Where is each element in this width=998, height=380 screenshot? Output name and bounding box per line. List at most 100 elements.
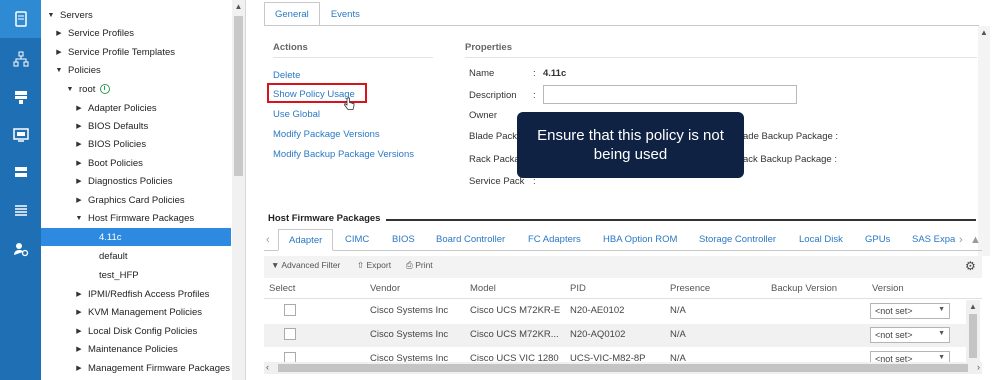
description-colon: : xyxy=(533,90,536,101)
tree-item-servers[interactable]: ▼ Servers xyxy=(41,6,231,24)
column-header-model[interactable]: Model xyxy=(470,283,496,294)
tree-item-root[interactable]: ▼ root xyxy=(41,80,231,98)
admin-icon[interactable] xyxy=(0,230,41,268)
expand-down-icon[interactable]: ▼ xyxy=(54,67,64,74)
column-header-backup-version[interactable]: Backup Version xyxy=(771,283,837,294)
horizontal-scroll-thumb[interactable] xyxy=(278,364,968,372)
column-header-vendor[interactable]: Vendor xyxy=(370,283,400,294)
gear-icon[interactable]: ⚙ xyxy=(965,259,976,273)
tree-item-kvm-management[interactable]: ▶ KVM Management Policies xyxy=(41,303,231,321)
tree-item-service-profile-templates[interactable]: ▶ Service Profile Templates xyxy=(41,43,231,61)
scroll-up-icon[interactable]: ▲ xyxy=(978,28,990,37)
tab-bios[interactable]: BIOS xyxy=(392,229,415,251)
tree-item-bios-policies[interactable]: ▶ BIOS Policies xyxy=(41,135,231,153)
version-select[interactable]: <not set> ▼ xyxy=(870,351,950,362)
storage-icon[interactable] xyxy=(0,78,41,116)
table-row[interactable]: Cisco Systems Inc Cisco UCS M72KR-E N20-… xyxy=(264,300,974,323)
column-header-presence[interactable]: Presence xyxy=(670,283,710,294)
version-select[interactable]: <not set> ▼ xyxy=(870,303,950,319)
column-header-pid[interactable]: PID xyxy=(570,283,586,294)
scroll-up-icon[interactable]: ▲ xyxy=(970,229,981,251)
tab-fc-adapters[interactable]: FC Adapters xyxy=(528,229,581,251)
expand-down-icon[interactable]: ▼ xyxy=(46,12,56,19)
expand-right-icon[interactable]: ▶ xyxy=(74,345,84,353)
servers-icon[interactable] xyxy=(0,0,41,38)
expand-down-icon[interactable]: ▼ xyxy=(74,215,84,222)
tab-cimc[interactable]: CIMC xyxy=(345,229,369,251)
tab-general[interactable]: General xyxy=(264,2,320,26)
tree-item-test-hfp[interactable]: test_HFP xyxy=(41,266,231,284)
expand-right-icon[interactable]: ▶ xyxy=(74,104,84,112)
tab-adapter[interactable]: Adapter xyxy=(278,229,334,251)
tree-item-graphics-card-policies[interactable]: ▶ Graphics Card Policies xyxy=(41,191,231,209)
tree-item-default[interactable]: default xyxy=(41,247,231,265)
tree-item-diagnostics-policies[interactable]: ▶ Diagnostics Policies xyxy=(41,172,231,190)
tree-item-4-11c[interactable]: 4.11c xyxy=(41,228,231,246)
chevron-down-icon: ▼ xyxy=(938,330,945,337)
expand-right-icon[interactable]: ▶ xyxy=(74,308,84,316)
tree-item-local-disk-config[interactable]: ▶ Local Disk Config Policies xyxy=(41,322,231,340)
table-vertical-scrollbar[interactable]: ▲ xyxy=(966,300,980,362)
table-horizontal-scrollbar[interactable]: ‹ › xyxy=(264,362,982,374)
expand-right-icon[interactable]: ▶ xyxy=(74,140,84,148)
expand-right-icon[interactable]: ▶ xyxy=(54,48,64,56)
use-global-link[interactable]: Use Global xyxy=(273,109,320,120)
expand-right-icon[interactable]: ▶ xyxy=(74,327,84,335)
table-row[interactable]: Cisco Systems Inc Cisco UCS M72KR... N20… xyxy=(264,324,974,347)
expand-right-icon[interactable]: ▶ xyxy=(74,177,84,185)
chevron-left-icon[interactable]: ‹ xyxy=(266,229,270,251)
tree-item-host-firmware-packages[interactable]: ▼ Host Firmware Packages xyxy=(41,209,231,227)
tree-item-boot-policies[interactable]: ▶ Boot Policies xyxy=(41,154,231,172)
table-row[interactable]: Cisco Systems Inc Cisco UCS VIC 1280 UCS… xyxy=(264,348,974,362)
print-button[interactable]: ⎙ Print xyxy=(406,260,433,271)
scroll-up-icon[interactable]: ▲ xyxy=(232,2,245,11)
tab-events[interactable]: Events xyxy=(320,2,371,26)
delete-link[interactable]: Delete xyxy=(273,70,300,81)
print-icon: ⎙ xyxy=(406,260,413,270)
export-button[interactable]: ⇧ Export xyxy=(357,260,391,271)
tree-item-maintenance-policies[interactable]: ▶ Maintenance Policies xyxy=(41,340,231,358)
expand-right-icon[interactable]: ▶ xyxy=(74,196,84,204)
column-header-version[interactable]: Version xyxy=(872,283,904,294)
expand-right-icon[interactable]: ▶ xyxy=(54,29,64,37)
description-field[interactable] xyxy=(543,85,797,104)
tree-item-management-firmware[interactable]: ▶ Management Firmware Packages xyxy=(41,359,231,377)
scroll-up-icon[interactable]: ▲ xyxy=(966,302,980,311)
tree-item-bios-defaults[interactable]: ▶ BIOS Defaults xyxy=(41,117,231,135)
tab-hba-option-rom[interactable]: HBA Option ROM xyxy=(603,229,677,251)
tree-item-adapter-policies[interactable]: ▶ Adapter Policies xyxy=(41,99,231,117)
tab-board-controller[interactable]: Board Controller xyxy=(436,229,505,251)
chassis-icon[interactable] xyxy=(0,154,41,192)
row-checkbox[interactable] xyxy=(284,304,296,316)
chevron-right-icon[interactable]: › xyxy=(959,229,963,251)
tab-storage-controller[interactable]: Storage Controller xyxy=(699,229,776,251)
column-header-select[interactable]: Select xyxy=(269,283,295,294)
list-icon[interactable] xyxy=(0,192,41,230)
advanced-filter-button[interactable]: ▼ Advanced Filter xyxy=(271,260,340,270)
expand-down-icon[interactable]: ▼ xyxy=(65,86,75,93)
tree-scroll-thumb[interactable] xyxy=(234,16,243,176)
tree-item-policies[interactable]: ▼ Policies xyxy=(41,61,231,79)
tree-item-ipmi-redfish[interactable]: ▶ IPMI/Redfish Access Profiles xyxy=(41,285,231,303)
table-scroll-thumb[interactable] xyxy=(969,314,977,358)
tree-item-service-profiles[interactable]: ▶ Service Profiles xyxy=(41,24,231,42)
scroll-left-icon[interactable]: ‹ xyxy=(266,362,269,372)
expand-right-icon[interactable]: ▶ xyxy=(74,159,84,167)
detail-scrollbar[interactable]: ▲ xyxy=(978,26,990,256)
modify-package-versions-link[interactable]: Modify Package Versions xyxy=(273,129,380,140)
network-icon[interactable] xyxy=(0,40,41,78)
modify-backup-package-versions-link[interactable]: Modify Backup Package Versions xyxy=(273,149,414,160)
tree-scrollbar[interactable]: ▲ xyxy=(232,0,245,380)
row-checkbox[interactable] xyxy=(284,352,296,362)
model-cell: Cisco UCS VIC 1280 xyxy=(470,353,559,362)
expand-right-icon[interactable]: ▶ xyxy=(74,290,84,298)
expand-right-icon[interactable]: ▶ xyxy=(74,364,84,372)
vm-icon[interactable] xyxy=(0,116,41,154)
tab-local-disk[interactable]: Local Disk xyxy=(799,229,843,251)
scroll-right-icon[interactable]: › xyxy=(977,362,980,372)
version-select[interactable]: <not set> ▼ xyxy=(870,327,950,343)
tab-gpus[interactable]: GPUs xyxy=(865,229,890,251)
tab-sas-expander[interactable]: SAS Expa xyxy=(912,229,955,251)
row-checkbox[interactable] xyxy=(284,328,296,340)
expand-right-icon[interactable]: ▶ xyxy=(74,122,84,130)
